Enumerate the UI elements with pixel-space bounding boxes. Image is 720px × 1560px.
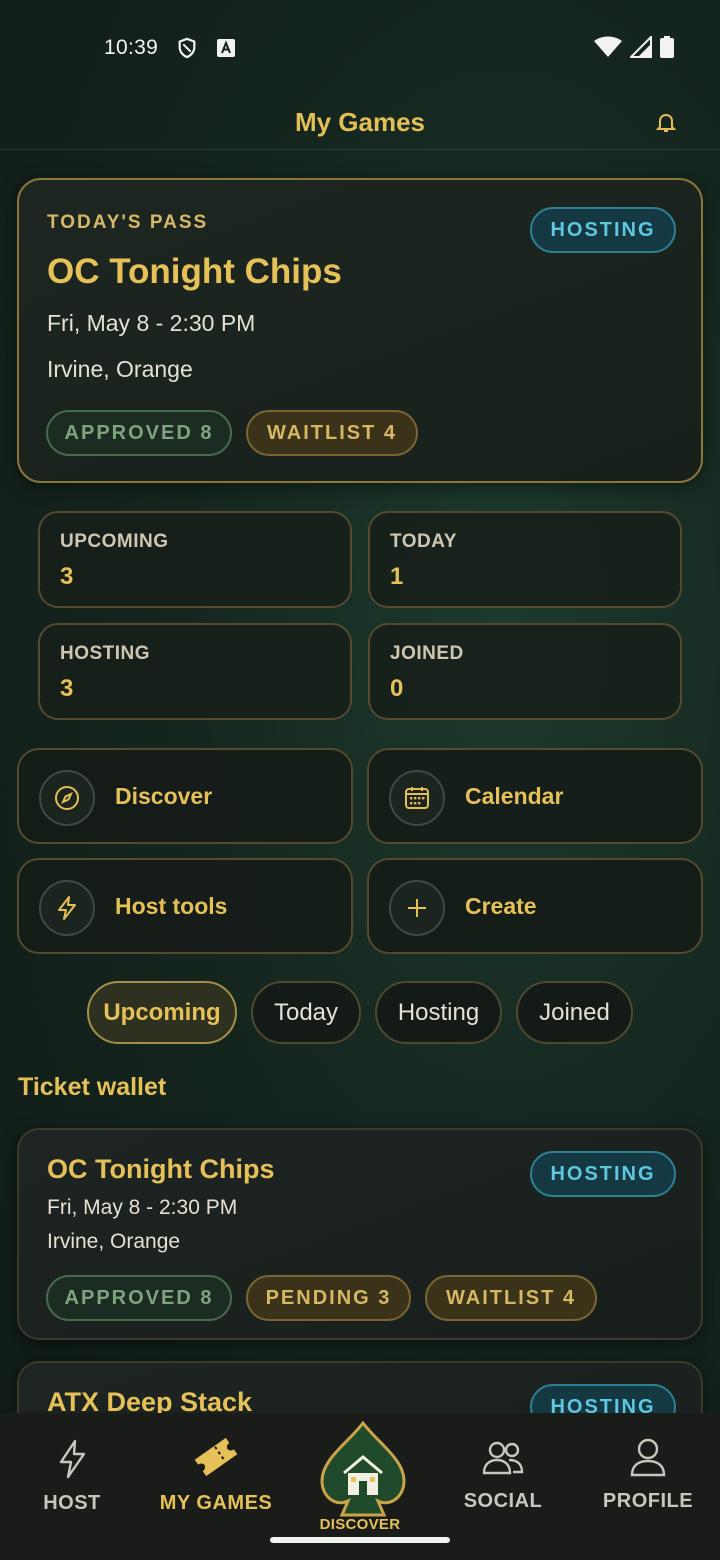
page-title: My Games bbox=[294, 107, 426, 137]
ticket-title: OC Tonight Chips bbox=[47, 1154, 275, 1184]
status-indicators bbox=[594, 34, 674, 64]
pass-location: Irvine, Orange bbox=[47, 356, 193, 382]
lightning-icon bbox=[39, 880, 95, 936]
pass-date: Fri, May 8 - 2:30 PM bbox=[47, 310, 256, 336]
filter-chip-hosting[interactable]: Hosting bbox=[375, 981, 502, 1044]
font-a-icon bbox=[216, 38, 236, 58]
stat-upcoming[interactable]: UPCOMING 3 bbox=[38, 511, 352, 608]
create-button[interactable]: Create bbox=[367, 858, 703, 954]
shield-icon bbox=[176, 37, 198, 59]
waitlist-badge: WAITLIST 4 bbox=[246, 410, 418, 456]
pass-eyebrow: TODAY'S PASS bbox=[47, 212, 209, 233]
ticket-location: Irvine, Orange bbox=[47, 1230, 181, 1253]
ticket-date: Fri, May 8 - 2:30 PM bbox=[47, 1196, 238, 1219]
pending-badge: PENDING 3 bbox=[246, 1275, 411, 1321]
stat-value: 3 bbox=[60, 675, 74, 702]
nav-host[interactable]: HOST bbox=[30, 1439, 114, 1559]
waitlist-badge: WAITLIST 4 bbox=[425, 1275, 597, 1321]
filter-chip-joined[interactable]: Joined bbox=[516, 981, 633, 1044]
signal-icon bbox=[628, 34, 652, 64]
approved-badge: APPROVED 8 bbox=[46, 1275, 232, 1321]
hosting-badge: HOSTING bbox=[530, 207, 676, 253]
nav-my-games[interactable]: MY GAMES bbox=[150, 1435, 282, 1555]
action-label: Calendar bbox=[465, 783, 564, 809]
people-icon bbox=[481, 1439, 525, 1482]
stat-joined[interactable]: JOINED 0 bbox=[368, 623, 682, 720]
nav-label: MY GAMES bbox=[159, 1492, 273, 1514]
stat-today[interactable]: TODAY 1 bbox=[368, 511, 682, 608]
stat-hosting[interactable]: HOSTING 3 bbox=[38, 623, 352, 720]
person-icon bbox=[628, 1437, 668, 1482]
stat-value: 1 bbox=[390, 563, 404, 590]
lightning-icon bbox=[55, 1439, 89, 1484]
stat-label: UPCOMING bbox=[60, 531, 169, 552]
home-indicator[interactable] bbox=[270, 1537, 450, 1543]
status-bar: 10:39 bbox=[0, 0, 720, 96]
calendar-button[interactable]: Calendar bbox=[367, 748, 703, 844]
app-header: My Games bbox=[0, 96, 720, 150]
nav-discover-label[interactable]: DISCOVER bbox=[300, 1516, 420, 1533]
plus-icon bbox=[389, 880, 445, 936]
stat-label: HOSTING bbox=[60, 643, 151, 664]
wifi-icon bbox=[594, 36, 622, 64]
nav-profile[interactable]: PROFILE bbox=[598, 1437, 698, 1557]
host-tools-button[interactable]: Host tools bbox=[17, 858, 353, 954]
pass-game-title: OC Tonight Chips bbox=[47, 252, 342, 291]
nav-label: SOCIAL bbox=[463, 1490, 543, 1512]
hosting-badge: HOSTING bbox=[530, 1151, 676, 1197]
stat-value: 0 bbox=[390, 675, 404, 702]
stat-label: JOINED bbox=[390, 643, 464, 664]
action-label: Discover bbox=[115, 783, 213, 809]
battery-icon bbox=[660, 36, 674, 64]
ticket-icon bbox=[193, 1435, 239, 1484]
stat-label: TODAY bbox=[390, 531, 457, 552]
section-title: Ticket wallet bbox=[18, 1073, 167, 1101]
status-time: 10:39 bbox=[104, 36, 159, 59]
action-label: Host tools bbox=[115, 893, 228, 919]
bottom-nav: HOST MY GAMES DISCOVER SOCIAL PROFILE bbox=[0, 1413, 720, 1560]
stat-value: 3 bbox=[60, 563, 74, 590]
filter-chip-today[interactable]: Today bbox=[251, 981, 361, 1044]
ticket-card[interactable]: OC Tonight Chips Fri, May 8 - 2:30 PM Ir… bbox=[17, 1128, 703, 1340]
bell-icon[interactable] bbox=[654, 110, 678, 139]
filter-chip-upcoming[interactable]: Upcoming bbox=[87, 981, 237, 1044]
nav-social[interactable]: SOCIAL bbox=[455, 1439, 551, 1559]
nav-label: PROFILE bbox=[602, 1490, 694, 1512]
approved-badge: APPROVED 8 bbox=[46, 410, 232, 456]
todays-pass-card[interactable]: TODAY'S PASS OC Tonight Chips Fri, May 8… bbox=[17, 178, 703, 483]
discover-home-icon[interactable] bbox=[320, 1420, 406, 1517]
discover-button[interactable]: Discover bbox=[17, 748, 353, 844]
calendar-icon bbox=[389, 770, 445, 826]
action-label: Create bbox=[465, 893, 537, 919]
compass-icon bbox=[39, 770, 95, 826]
nav-label: HOST bbox=[43, 1492, 101, 1514]
